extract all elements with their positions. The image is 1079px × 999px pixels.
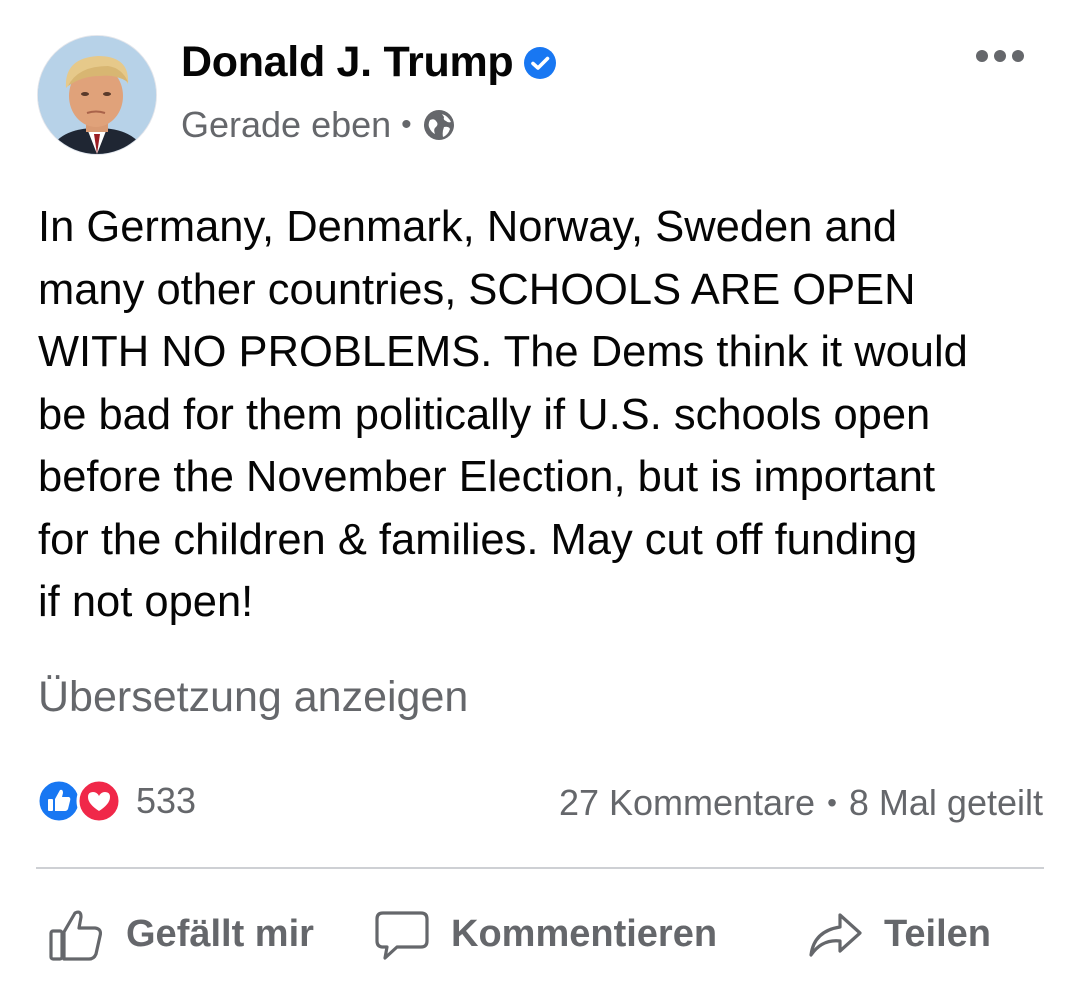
share-button-label: Teilen xyxy=(884,912,991,955)
post-text: In Germany, Denmark, Norway, Sweden and … xyxy=(38,203,968,626)
more-options-icon[interactable] xyxy=(975,44,1025,68)
share-button[interactable]: Teilen xyxy=(806,905,991,963)
post-meta: Gerade eben • xyxy=(181,104,456,146)
meta-separator: • xyxy=(401,108,412,141)
comment-button-label: Kommentieren xyxy=(451,912,718,955)
comment-button[interactable]: Kommentieren xyxy=(373,905,717,963)
reactions-summary[interactable]: 533 xyxy=(36,778,196,824)
facebook-post: Donald J. Trump Gerade eben • In Germany… xyxy=(0,0,1079,999)
verified-badge-icon xyxy=(524,46,557,79)
divider xyxy=(36,867,1044,869)
post-timestamp[interactable]: Gerade eben xyxy=(181,104,391,146)
comments-count[interactable]: 27 Kommentare xyxy=(559,782,815,824)
author-avatar[interactable] xyxy=(37,35,157,155)
share-icon xyxy=(809,913,862,957)
portrait-image xyxy=(38,36,156,154)
author-name[interactable]: Donald J. Trump xyxy=(181,38,514,87)
stats-separator: • xyxy=(827,787,837,818)
globe-icon[interactable] xyxy=(422,108,456,142)
love-reaction-icon xyxy=(76,778,122,824)
author-row: Donald J. Trump xyxy=(181,38,557,87)
comment-icon xyxy=(375,911,429,960)
see-translation-link[interactable]: Übersetzung anzeigen xyxy=(38,673,468,722)
like-button[interactable]: Gefällt mir xyxy=(48,905,314,963)
thumbs-up-icon xyxy=(49,910,103,961)
reaction-count: 533 xyxy=(136,780,197,821)
shares-count[interactable]: 8 Mal geteilt xyxy=(849,782,1043,824)
engagement-stats: 27 Kommentare • 8 Mal geteilt xyxy=(559,782,1043,824)
like-button-label: Gefällt mir xyxy=(126,912,314,955)
